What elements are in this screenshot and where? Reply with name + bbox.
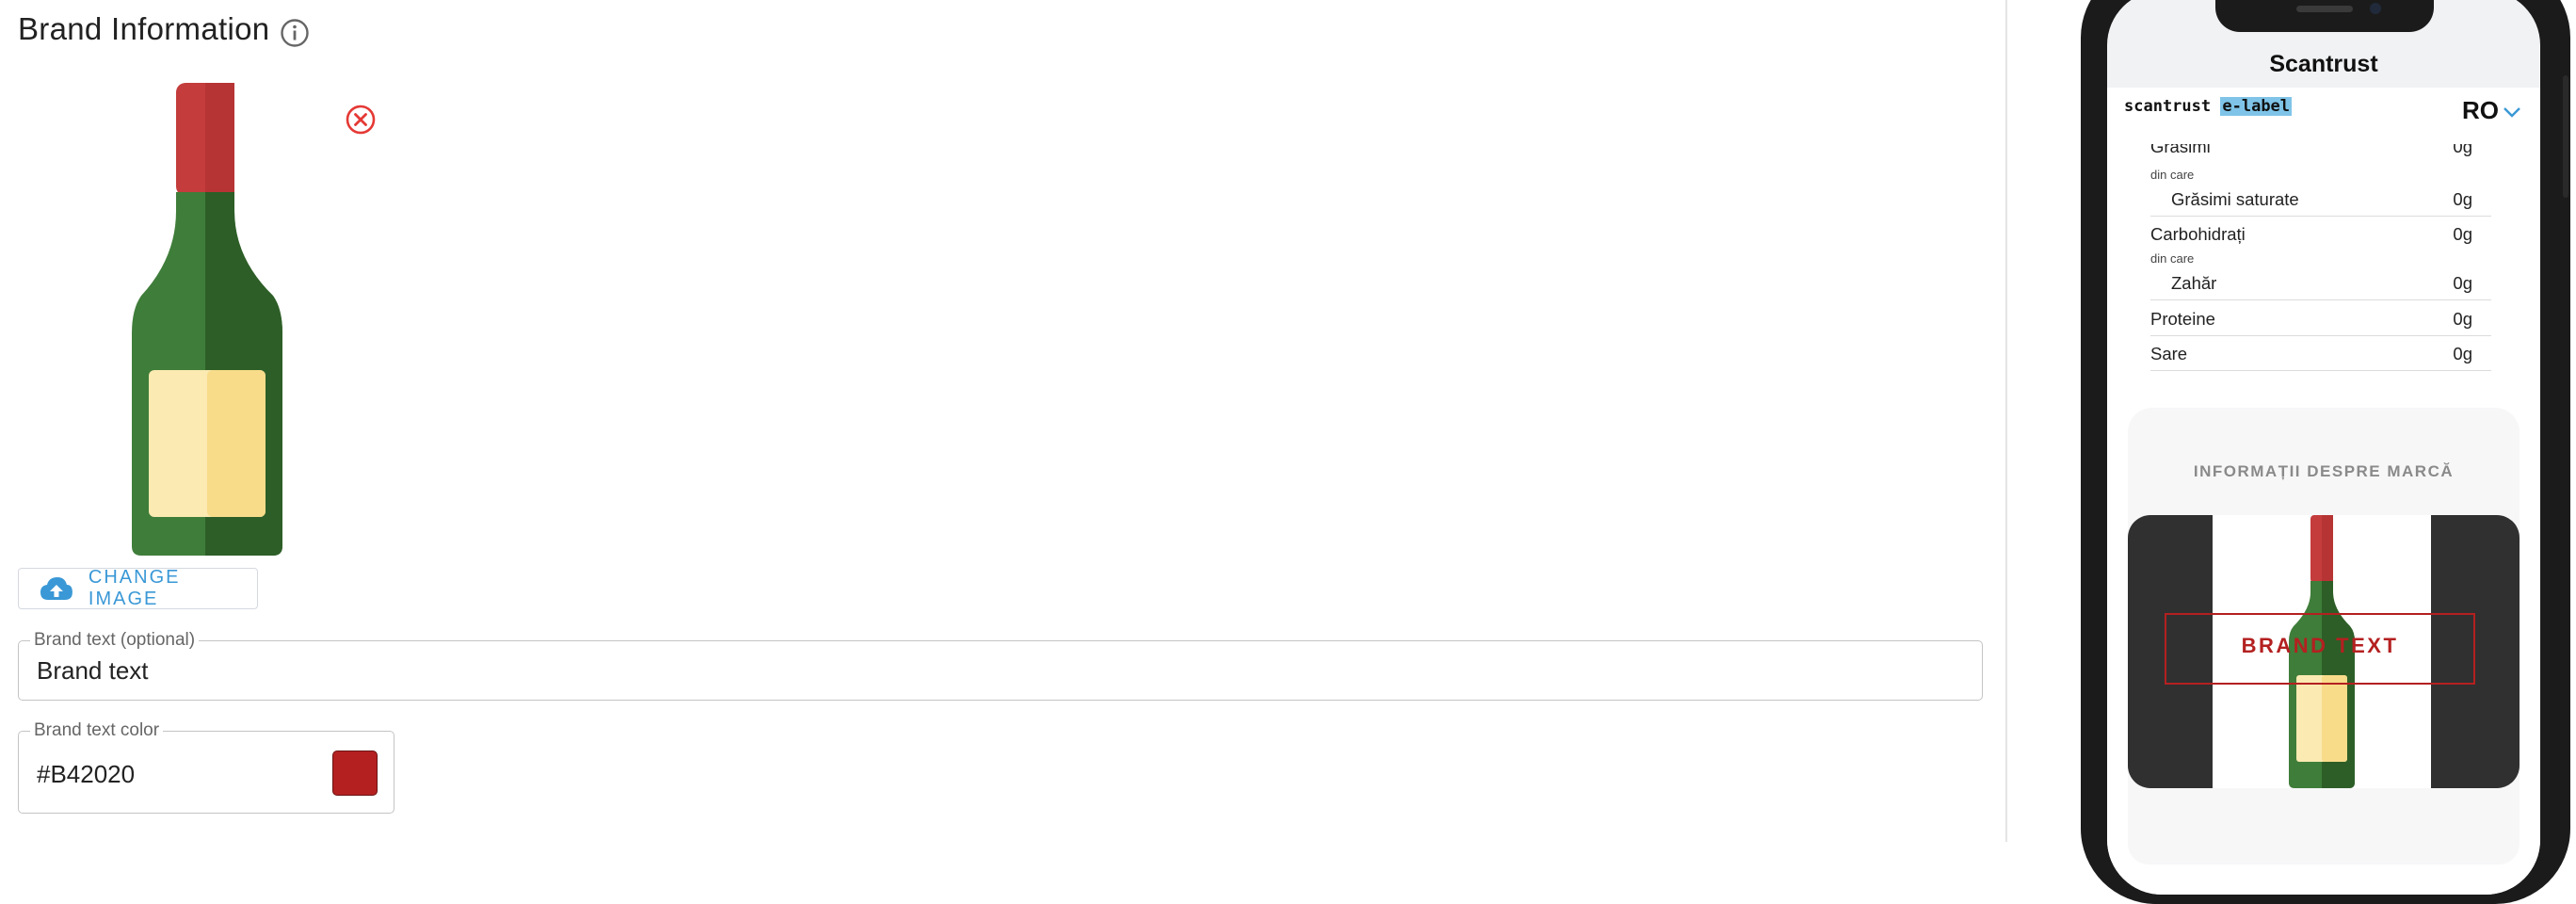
speaker <box>2296 6 2353 12</box>
phone-side-button <box>2563 75 2568 198</box>
change-image-label: CHANGE IMAGE <box>88 567 181 609</box>
nutrition-value: 0g <box>2453 344 2472 363</box>
phone-screen: Scantrust scantrust e-label RO Grăsimi 0… <box>2107 0 2540 895</box>
brand-banner: BRAND TEXT <box>2128 515 2520 788</box>
nutrition-value: 0g <box>2453 189 2472 209</box>
nutrition-row: Sare 0g <box>2150 344 2491 371</box>
cloud-upload-icon <box>40 577 72 600</box>
nutrition-name: Carbohidrați <box>2150 224 2246 244</box>
nutrition-name: Sare <box>2150 344 2188 363</box>
nutrition-value: 0g <box>2453 224 2472 244</box>
nutrition-note: din care <box>2150 168 2195 182</box>
next-card <box>2128 808 2520 864</box>
nutrition-name: Zahăr <box>2171 273 2217 293</box>
camera <box>2370 3 2381 14</box>
brand-color-legend: Brand text color <box>30 720 164 741</box>
language-selector[interactable]: RO <box>2462 96 2499 125</box>
info-icon[interactable] <box>280 18 310 48</box>
bottle-image <box>132 83 282 556</box>
scantrust-logo: scantrust e-label <box>2124 97 2293 116</box>
nutrition-value: 0g <box>2453 144 2472 156</box>
nutrition-row: Zahăr 0g <box>2150 273 2491 300</box>
app-title: Scantrust <box>2269 51 2378 77</box>
logo-badge: e-label <box>2220 97 2293 116</box>
nutrition-row: Proteine 0g <box>2150 309 2491 336</box>
brand-text-color-field[interactable]: Brand text color #B42020 <box>18 720 394 814</box>
remove-image-icon[interactable] <box>345 104 377 136</box>
brand-text-legend: Brand text (optional) <box>30 630 200 651</box>
nutrition-row: Grăsimi saturate 0g <box>2150 189 2491 217</box>
chevron-down-icon[interactable] <box>2503 105 2521 119</box>
section-title: Brand Information <box>18 11 270 46</box>
logo-text: scantrust <box>2124 97 2212 116</box>
brand-text-field[interactable]: Brand text (optional) Brand text <box>18 630 1983 701</box>
nutrition-value: 0g <box>2453 273 2472 293</box>
nutrition-value: 0g <box>2453 309 2472 329</box>
panel-divider <box>2005 0 2007 842</box>
brand-info-heading: INFORMAȚII DESPRE MARCĂ <box>2193 462 2455 480</box>
brand-text-input[interactable]: Brand text <box>37 656 149 686</box>
nutrition-row: Grăsimi 0g <box>2150 144 2491 161</box>
nutrition-note: din care <box>2150 251 2195 266</box>
brand-information-panel: Brand Information CHANGE IMAGE Brand tex… <box>0 0 2005 842</box>
nutrition-row: Carbohidrați 0g <box>2150 224 2491 249</box>
nutrition-name: Grăsimi <box>2150 144 2211 156</box>
nutrition-name: Grăsimi saturate <box>2171 189 2299 209</box>
change-image-button[interactable]: CHANGE IMAGE <box>18 567 258 609</box>
phone-notch <box>2215 0 2434 32</box>
nutrition-name: Proteine <box>2150 309 2215 329</box>
color-swatch[interactable] <box>332 751 378 796</box>
brand-color-input[interactable]: #B42020 <box>37 760 135 789</box>
brand-banner-text: BRAND TEXT <box>2241 634 2399 657</box>
